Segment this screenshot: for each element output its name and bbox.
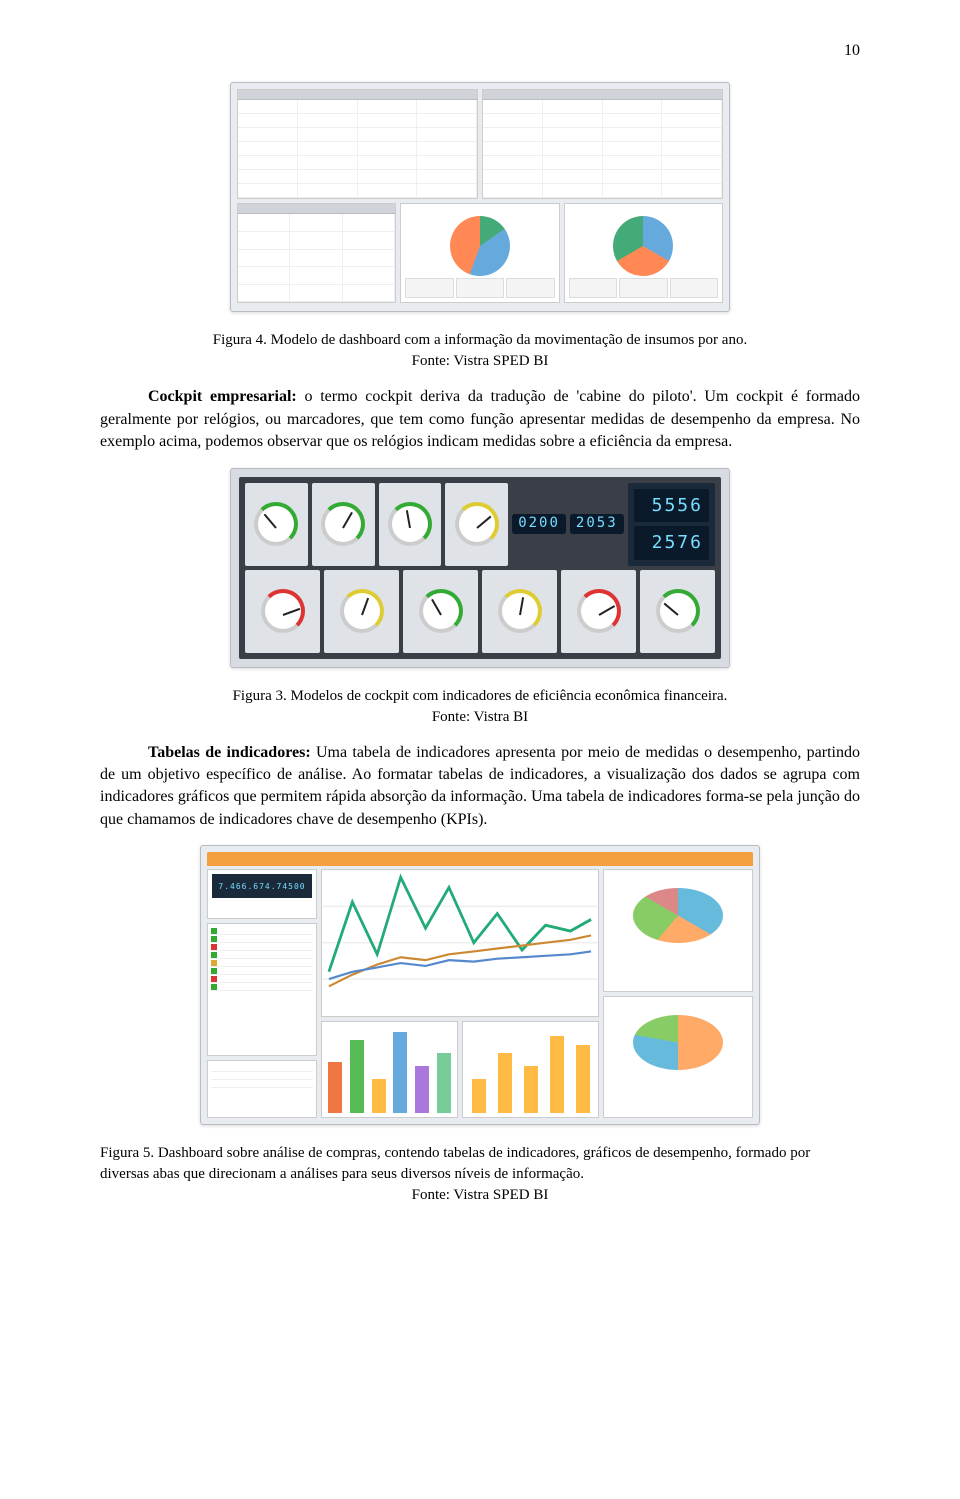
gauge-icon [388,502,432,546]
gauge-icon [340,589,384,633]
kpi-lcd-box: 7.466.674.74500 [207,869,317,919]
lcd-display: 2576 [634,526,709,560]
paragraph-cockpit: Cockpit empresarial: o termo cockpit der… [100,386,860,453]
pie-panel-2 [564,203,723,303]
bar-chart-right [462,1021,599,1119]
gauge-icon [261,589,305,633]
gauge-icon [254,502,298,546]
gauge-icon [498,589,542,633]
line-chart [321,869,599,1016]
lcd-display: 0200 [512,514,566,534]
figure-5: 7.466.674.74500 [100,845,860,1125]
lcd-display: 2053 [570,514,624,534]
gauge-icon [321,502,365,546]
mock-table-right [482,89,723,199]
pie-panel-1 [400,203,559,303]
lcd-display: 5556 [634,489,709,523]
pie-chart-bottom [603,996,753,1119]
indicator-list [207,923,317,1056]
para1-lead: Cockpit empresarial: [148,388,297,405]
page-number: 10 [100,40,860,62]
mock-table-left [237,89,478,199]
indicator-list-2 [207,1060,317,1118]
lcd-display: 7.466.674.74500 [212,874,312,898]
pie-chart-top [603,869,753,992]
figure-5-caption: Figura 5. Dashboard sobre análise de com… [100,1143,860,1185]
mock-table-bottom [237,203,396,303]
paragraph-tabelas: Tabelas de indicadores: Uma tabela de in… [100,742,860,832]
figure-5-source: Fonte: Vistra SPED BI [100,1185,860,1206]
gauge-icon [577,589,621,633]
figure-3-source: Fonte: Vistra BI [100,707,860,728]
gauge-icon [419,589,463,633]
dashboard-mock-3: 7.466.674.74500 [200,845,760,1125]
dashboard-mock-1 [230,82,730,312]
para2-lead: Tabelas de indicadores: [148,744,311,761]
figure-3-caption: Figura 3. Modelos de cockpit com indicad… [100,686,860,707]
figure-4 [100,82,860,312]
figure-3: 0200 2053 5556 2576 [100,468,860,668]
gauge-icon [656,589,700,633]
figure-4-caption: Figura 4. Modelo de dashboard com a info… [100,330,860,351]
figure-4-source: Fonte: Vistra SPED BI [100,351,860,372]
bar-chart-left [321,1021,458,1119]
gauge-icon [455,502,499,546]
cockpit-mock: 0200 2053 5556 2576 [230,468,730,668]
